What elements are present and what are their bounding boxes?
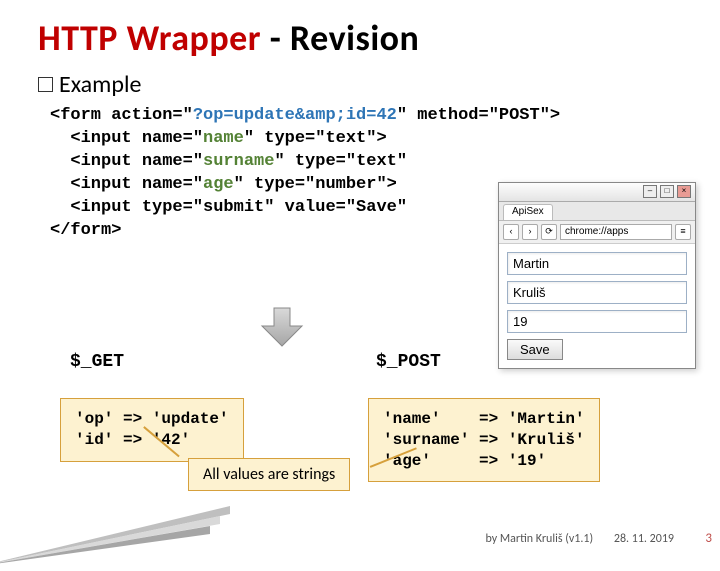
browser-tab[interactable]: ApiSex <box>503 204 553 220</box>
footer: by Martin Kruliš (v1.1) 28. 11. 2019 <box>0 532 720 546</box>
code-l4a: <input name=" <box>50 175 203 194</box>
age-field[interactable] <box>507 310 687 333</box>
code-l4c: " type="number"> <box>234 175 397 194</box>
get-box: 'op' => 'update' 'id' => '42' <box>60 398 244 462</box>
footer-date: 28. 11. 2019 <box>614 532 674 546</box>
slide-decoration <box>0 486 240 566</box>
code-l1b: ?op=update&amp;id=42 <box>193 106 397 125</box>
code-l4b: age <box>203 175 234 194</box>
address-bar[interactable]: chrome://apps <box>560 224 672 240</box>
save-button[interactable]: Save <box>507 339 563 360</box>
code-l2c: " type="text"> <box>244 129 387 148</box>
nav-reload-icon[interactable]: ⟳ <box>541 224 557 240</box>
browser-window: – □ × ApiSex ‹ › ⟳ chrome://apps ≡ Save <box>498 182 696 369</box>
nav-back-icon[interactable]: ‹ <box>503 224 519 240</box>
post-box: 'name' => 'Martin' 'surname' => 'Kruliš'… <box>368 398 600 482</box>
example-heading-text: Example <box>59 70 141 99</box>
window-close-icon[interactable]: × <box>677 185 691 198</box>
browser-content: Save <box>499 244 695 368</box>
footer-author: by Martin Kruliš (v1.1) <box>486 532 594 546</box>
browser-titlebar: – □ × <box>499 183 695 202</box>
bullet-box-icon <box>38 77 53 92</box>
code-l1a: <form action=" <box>50 106 193 125</box>
page-number: 3 <box>705 531 712 546</box>
name-field[interactable] <box>507 252 687 275</box>
title-red: HTTP Wrapper <box>38 16 261 60</box>
window-maximize-icon[interactable]: □ <box>660 185 674 198</box>
code-l3a: <input name=" <box>50 152 203 171</box>
title-black: Revision <box>290 16 419 60</box>
example-heading: Example <box>38 70 720 99</box>
code-l3c: " type="text" <box>274 152 407 171</box>
get-label: $_GET <box>70 352 124 372</box>
post-label: $_POST <box>376 352 441 372</box>
code-l2a: <input name=" <box>50 129 203 148</box>
arrow-down-icon <box>260 306 304 348</box>
code-l6: </form> <box>50 221 121 240</box>
browser-toolbar: ‹ › ⟳ chrome://apps ≡ <box>499 221 695 244</box>
nav-forward-icon[interactable]: › <box>522 224 538 240</box>
surname-field[interactable] <box>507 281 687 304</box>
browser-tabbar: ApiSex <box>499 202 695 221</box>
code-l1c: " method="POST"> <box>397 106 560 125</box>
title-dash: - <box>261 16 290 60</box>
code-l3b: surname <box>203 152 274 171</box>
code-l2b: name <box>203 129 244 148</box>
code-l5: <input type="submit" value="Save" <box>50 198 407 217</box>
window-minimize-icon[interactable]: – <box>643 185 657 198</box>
nav-menu-icon[interactable]: ≡ <box>675 224 691 240</box>
